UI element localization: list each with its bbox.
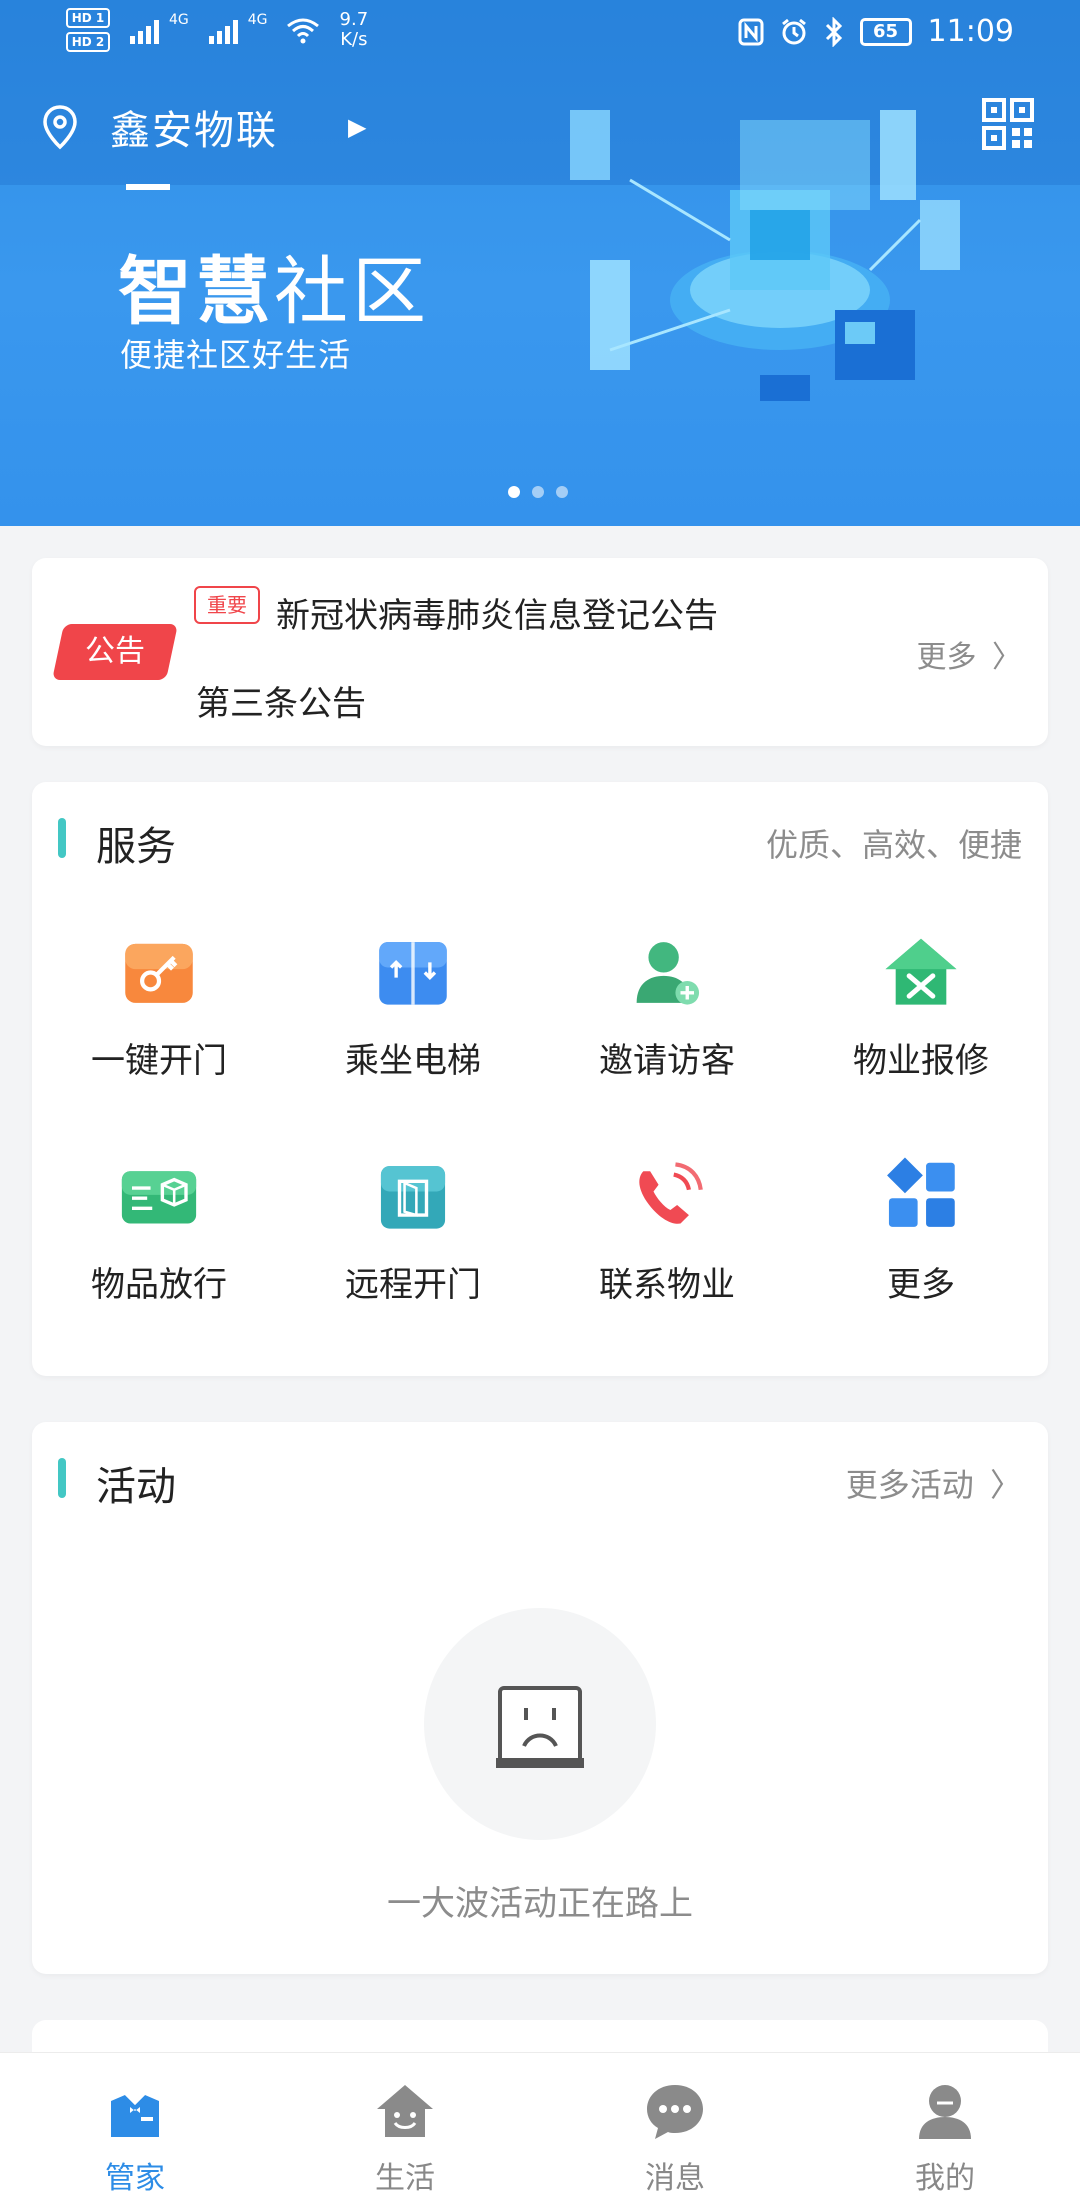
notice-headline[interactable]: 新冠状病毒肺炎信息登记公告 bbox=[276, 588, 718, 637]
service-item-package-release[interactable]: 物品放行 bbox=[32, 1156, 286, 1306]
smart-city-illustration bbox=[570, 110, 960, 401]
service-item-elevator[interactable]: 乘坐电梯 bbox=[286, 932, 540, 1082]
status-bar: HD 1 HD 2 4G 4G 9.7 K/s 65 11:09 bbox=[0, 0, 1080, 62]
service-item-repair[interactable]: 物业报修 bbox=[794, 932, 1048, 1082]
package-release-icon bbox=[121, 1171, 197, 1224]
service-item-contact-property[interactable]: 联系物业 bbox=[540, 1156, 794, 1306]
status-right: 65 11:09 bbox=[738, 14, 1014, 49]
service-label: 物业报修 bbox=[853, 1041, 989, 1081]
banner-title-bold: 智慧 bbox=[118, 249, 274, 335]
location-name: 鑫安物联 bbox=[110, 108, 278, 154]
service-label: 更多 bbox=[887, 1265, 955, 1305]
banner-pagination bbox=[508, 486, 568, 498]
notice-second-line[interactable]: 第三条公告 bbox=[196, 676, 366, 725]
empty-state-illustration bbox=[424, 1608, 656, 1840]
key-icon bbox=[125, 943, 193, 1003]
sad-box-icon bbox=[496, 1686, 584, 1768]
status-time: 11:09 bbox=[927, 14, 1014, 49]
chat-icon bbox=[647, 2085, 703, 2139]
service-item-more[interactable]: 更多 bbox=[794, 1156, 1048, 1306]
bluetooth-icon bbox=[825, 16, 842, 47]
pagination-dot[interactable] bbox=[556, 486, 568, 498]
phone-icon bbox=[639, 1162, 703, 1224]
notice-tag-label: 公告 bbox=[85, 634, 145, 669]
section-accent-bar bbox=[58, 818, 66, 858]
service-item-invite-visitor[interactable]: 邀请访客 bbox=[540, 932, 794, 1082]
activity-more-link[interactable]: 更多活动 〉 bbox=[846, 1460, 1022, 1506]
chevron-right-icon: 〉 bbox=[992, 640, 1022, 675]
sim1-badge: HD 1 bbox=[66, 8, 110, 28]
remote-door-icon bbox=[380, 1166, 446, 1229]
net1-label: 4G bbox=[169, 12, 189, 28]
important-badge: 重要 bbox=[194, 586, 260, 624]
service-card: 服务 优质、高效、便捷 一键开门 乘坐电梯 邀请访客 物业报修 物品放行 远程开… bbox=[32, 782, 1048, 1376]
service-header: 服务 优质、高效、便捷 bbox=[32, 782, 1048, 902]
service-label: 乘坐电梯 bbox=[345, 1041, 481, 1081]
net-speed-unit: K/s bbox=[340, 29, 368, 50]
service-item-remote-door[interactable]: 远程开门 bbox=[286, 1156, 540, 1306]
service-title: 服务 bbox=[96, 824, 176, 870]
chevron-right-icon: 〉 bbox=[989, 1466, 1022, 1504]
signal-icon bbox=[130, 16, 159, 44]
activity-title: 活动 bbox=[96, 1464, 176, 1510]
tab-label: 消息 bbox=[645, 2161, 705, 2196]
service-label: 邀请访客 bbox=[599, 1041, 735, 1081]
banner-title: 智慧社区 bbox=[118, 232, 430, 339]
butler-icon bbox=[111, 2091, 159, 2137]
net-speed: 9.7 K/s bbox=[340, 10, 369, 50]
caret-right-icon: ▶ bbox=[348, 113, 367, 141]
activity-card: 活动 更多活动 〉 一大波活动正在路上 bbox=[32, 1422, 1048, 1974]
service-label: 远程开门 bbox=[345, 1265, 481, 1305]
sim-indicators: HD 1 HD 2 bbox=[66, 8, 110, 52]
service-grid: 一键开门 乘坐电梯 邀请访客 物业报修 物品放行 远程开门 联系物业 更多 bbox=[32, 932, 1048, 1306]
tab-messages[interactable]: 消息 bbox=[540, 2053, 810, 2204]
house-face-icon bbox=[377, 2085, 433, 2137]
service-label: 联系物业 bbox=[599, 1265, 735, 1305]
battery-indicator: 65 bbox=[859, 17, 912, 46]
service-label: 一键开门 bbox=[91, 1041, 227, 1081]
banner-subtitle: 便捷社区好生活 bbox=[120, 336, 352, 374]
location-selector[interactable]: 鑫安物联 ▶ bbox=[40, 98, 366, 156]
more-grid-icon bbox=[887, 1157, 955, 1227]
pagination-dot[interactable] bbox=[532, 486, 544, 498]
tab-butler[interactable]: 管家 bbox=[0, 2053, 270, 2204]
notice-more-link[interactable]: 更多 〉 bbox=[916, 632, 1022, 676]
empty-state-text: 一大波活动正在路上 bbox=[387, 1884, 693, 1924]
net-speed-value: 9.7 bbox=[339, 9, 369, 30]
banner-dash bbox=[126, 184, 170, 190]
banner-title-rest: 社区 bbox=[274, 249, 430, 335]
repair-icon bbox=[885, 938, 957, 1005]
status-left: HD 1 HD 2 4G 4G 9.7 K/s bbox=[66, 8, 368, 52]
invite-visitor-icon bbox=[636, 942, 700, 1005]
bottom-tab-bar: 管家 生活 消息 我的 bbox=[0, 2052, 1080, 2204]
service-label: 物品放行 bbox=[91, 1265, 227, 1305]
notice-tag: 公告 bbox=[52, 624, 178, 680]
service-item-open-door[interactable]: 一键开门 bbox=[32, 932, 286, 1082]
pagination-dot[interactable] bbox=[508, 486, 520, 498]
elevator-icon bbox=[379, 942, 447, 1005]
tab-life[interactable]: 生活 bbox=[270, 2053, 540, 2204]
profile-icon bbox=[919, 2085, 971, 2139]
wifi-icon bbox=[286, 18, 319, 44]
tab-label: 生活 bbox=[375, 2161, 435, 2196]
banner[interactable]: HD 1 HD 2 4G 4G 9.7 K/s 65 11:09 鑫安物联 ▶ … bbox=[0, 0, 1080, 526]
tab-label: 我的 bbox=[915, 2161, 975, 2196]
activity-more-label: 更多活动 bbox=[845, 1466, 974, 1504]
notice-card[interactable]: 公告 重要 新冠状病毒肺炎信息登记公告 第三条公告 更多 〉 bbox=[32, 558, 1048, 746]
notice-more-label: 更多 bbox=[916, 640, 977, 675]
net2-label: 4G bbox=[247, 12, 268, 28]
location-pin-icon bbox=[43, 105, 77, 150]
tab-label: 管家 bbox=[105, 2161, 165, 2196]
tab-profile[interactable]: 我的 bbox=[810, 2053, 1080, 2204]
alarm-icon bbox=[781, 18, 806, 44]
sim2-badge: HD 2 bbox=[66, 32, 110, 52]
service-slogan: 优质、高效、便捷 bbox=[765, 826, 1022, 864]
section-accent-bar bbox=[58, 1458, 66, 1498]
signal-icon bbox=[208, 16, 238, 44]
activity-header: 活动 更多活动 〉 bbox=[32, 1422, 1048, 1542]
nfc-icon bbox=[738, 18, 764, 45]
